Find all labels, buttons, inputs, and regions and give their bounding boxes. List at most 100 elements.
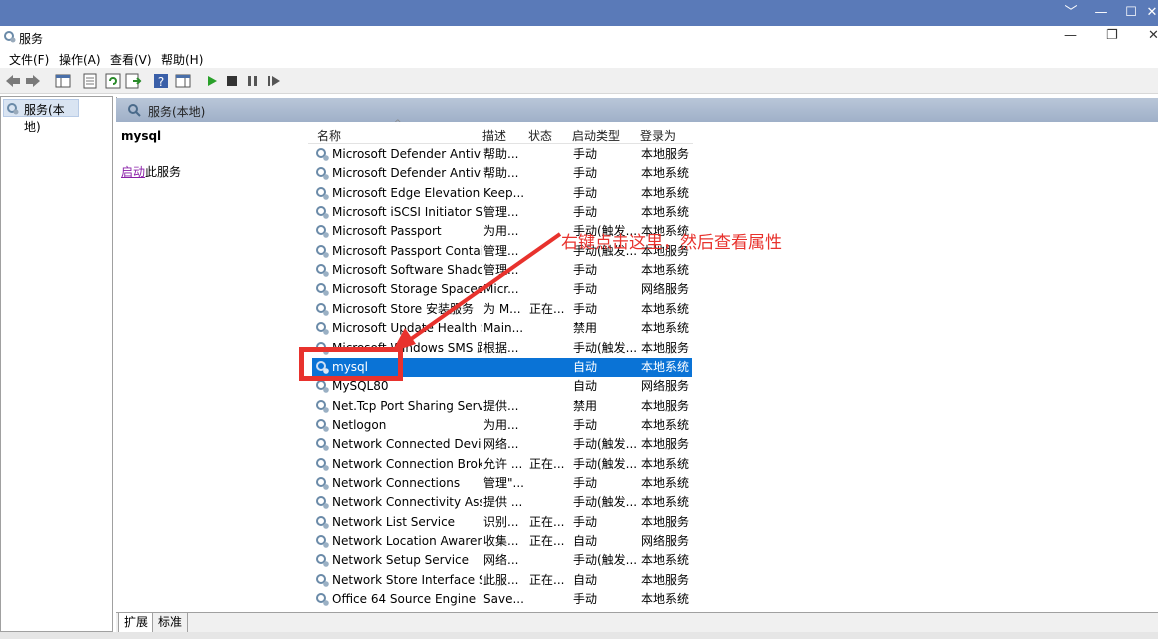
service-row[interactable]: Network Connected Devic...网络... 手动(触发... 本… xyxy=(312,435,692,454)
service-startup-type: 自动 xyxy=(573,359,598,374)
column-status[interactable]: 状态 xyxy=(528,127,552,144)
menu-help[interactable]: 帮助(H) xyxy=(161,51,203,68)
service-startup-type: 手动 xyxy=(573,475,598,490)
service-row[interactable]: Microsoft Defender Antivir...帮助... 手动 本地系统 xyxy=(312,164,692,183)
outer-window-titlebar: ﹀ — ☐ ✕ xyxy=(0,0,1158,26)
service-description: 识别... xyxy=(483,514,519,529)
restart-service-icon[interactable] xyxy=(265,72,283,90)
close-button[interactable]: ✕ xyxy=(1148,28,1158,43)
service-logon-as: 本地系统 xyxy=(641,553,690,568)
service-startup-type: 手动(触发... xyxy=(573,495,637,510)
service-row[interactable]: Network List Service 识别... 正在... 手动 本地服务 xyxy=(312,513,692,532)
outer-maximize-button[interactable]: ☐ xyxy=(1116,0,1146,26)
service-row[interactable]: Microsoft Software Shado... 管理... 手动 本地系统 xyxy=(312,261,692,280)
minimize-button[interactable]: — xyxy=(1064,28,1077,43)
service-row[interactable]: Network Location Awarene...收集... 正在... 自动 网… xyxy=(312,532,692,551)
service-description: 网络... xyxy=(483,437,519,452)
service-row[interactable]: Network Store Interface Se...此服... 正在... 自… xyxy=(312,571,692,590)
service-row[interactable]: Network Connections 管理"... 手动 本地系统 xyxy=(312,474,692,493)
restore-button[interactable]: ❐ xyxy=(1106,28,1118,43)
start-service-icon[interactable] xyxy=(203,72,221,90)
service-gear-icon xyxy=(316,302,329,316)
tree-item-services-local[interactable]: 服务(本地) xyxy=(3,99,79,134)
service-logon-as: 本地系统 xyxy=(641,301,690,316)
start-service-link[interactable]: 启动 xyxy=(121,165,145,179)
export-list-icon[interactable] xyxy=(124,72,142,90)
tab-extended[interactable]: 扩展 xyxy=(118,613,155,633)
refresh-icon[interactable] xyxy=(104,72,122,90)
service-description: 提供... xyxy=(483,398,519,413)
service-row[interactable]: Office 64 Source Engine Save... 手动 本地系统 xyxy=(312,590,692,609)
service-name: Microsoft Software Shado... xyxy=(332,263,482,278)
service-startup-type: 手动(触发... xyxy=(573,340,637,355)
service-name: Network List Service xyxy=(332,514,456,529)
service-startup-type: 自动 xyxy=(573,534,598,548)
service-gear-icon xyxy=(316,438,329,452)
column-name[interactable]: 名称 xyxy=(317,127,341,144)
service-name: Network Connections xyxy=(332,475,461,490)
outer-minimize-button[interactable]: — xyxy=(1086,0,1116,26)
properties-icon[interactable] xyxy=(81,72,99,90)
service-row[interactable]: Network Connection Broker 允许 ... 正在... 手动(触… xyxy=(312,455,692,474)
service-startup-type: 禁用 xyxy=(573,321,598,336)
services-gear-icon xyxy=(4,31,16,43)
service-row[interactable]: Network Connectivity Assis...提供 ... 手动(触发… xyxy=(312,493,692,512)
outer-chevron-button[interactable]: ﹀ xyxy=(1056,0,1086,26)
service-row[interactable]: Netlogon 为用... 手动 本地系统 xyxy=(312,416,692,435)
service-name: Microsoft iSCSI Initiator Ser... xyxy=(332,205,482,220)
column-description[interactable]: 描述 xyxy=(482,127,506,144)
service-description: 管理... xyxy=(483,205,519,220)
service-row[interactable]: Microsoft Store 安装服务为 M... 正在... 手动 本地系统 xyxy=(312,300,692,319)
menu-view[interactable]: 查看(V) xyxy=(110,51,152,68)
service-name: Network Setup Service xyxy=(332,553,470,568)
service-description: 此服... xyxy=(483,572,519,587)
menu-file[interactable]: 文件(F) xyxy=(9,51,49,68)
service-gear-icon xyxy=(316,399,329,413)
service-logon-as: 本地系统 xyxy=(641,166,690,181)
service-logon-as: 本地系统 xyxy=(641,417,690,432)
show-action-pane-icon[interactable] xyxy=(174,72,192,90)
service-row[interactable]: Microsoft Edge Elevation S...Keep... 手动 本地… xyxy=(312,184,692,203)
back-icon[interactable] xyxy=(4,72,22,90)
service-description: Keep... xyxy=(483,185,525,200)
service-status: 正在... xyxy=(529,514,565,529)
service-row[interactable]: Net.Tcp Port Sharing Service提供... 禁用 本地服务 xyxy=(312,397,692,416)
column-logon-as[interactable]: 登录为 xyxy=(640,127,676,144)
menu-action[interactable]: 操作(A) xyxy=(59,51,101,68)
tab-standard[interactable]: 标准 xyxy=(152,613,189,633)
service-name: Network Connected Devic... xyxy=(332,437,482,452)
service-gear-icon xyxy=(316,264,329,277)
bottom-strip xyxy=(0,632,1158,639)
service-description: Main... xyxy=(483,321,524,336)
service-gear-icon xyxy=(316,515,329,529)
stop-service-icon[interactable] xyxy=(223,72,241,90)
service-name: Microsoft Edge Elevation S... xyxy=(332,185,482,200)
service-startup-type: 手动 xyxy=(573,301,598,316)
service-gear-icon xyxy=(316,476,329,490)
forward-icon[interactable] xyxy=(24,72,42,90)
service-row[interactable]: Microsoft Storage Spaces S...Micr... 手动 网络… xyxy=(312,280,692,299)
service-description: 为用... xyxy=(483,417,519,432)
column-startup-type[interactable]: 启动类型 xyxy=(572,127,620,144)
help-icon[interactable]: ? xyxy=(152,72,170,90)
service-startup-type: 手动 xyxy=(573,514,598,529)
service-startup-type: 手动(触发... xyxy=(573,553,637,568)
service-logon-as: 本地系统 xyxy=(641,185,690,200)
service-description: 帮助... xyxy=(483,147,519,161)
service-row[interactable]: Microsoft Defender Antivir...帮助... 手动 本地服务 xyxy=(312,145,692,164)
service-row[interactable]: Network Setup Service 网络... 手动(触发... 本地系统 xyxy=(312,551,692,570)
service-status: 正在... xyxy=(529,534,565,548)
outer-close-button[interactable]: ✕ xyxy=(1146,0,1158,26)
service-startup-type: 手动(触发... xyxy=(573,437,637,452)
show-console-tree-icon[interactable] xyxy=(54,72,72,90)
service-gear-icon xyxy=(316,554,329,568)
service-gear-icon xyxy=(316,496,329,510)
pause-service-icon[interactable] xyxy=(244,72,262,90)
service-name: Office 64 Source Engine xyxy=(332,592,477,607)
service-row[interactable]: Microsoft Update Health S...Main... 禁用 本地系… xyxy=(312,319,692,338)
start-service-text: 启动此服务 xyxy=(121,163,181,180)
service-startup-type: 手动 xyxy=(573,147,598,161)
service-gear-icon xyxy=(316,322,329,335)
service-row[interactable]: Microsoft iSCSI Initiator Ser...管理... 手动 本… xyxy=(312,203,692,222)
service-logon-as: 本地服务 xyxy=(641,147,690,161)
